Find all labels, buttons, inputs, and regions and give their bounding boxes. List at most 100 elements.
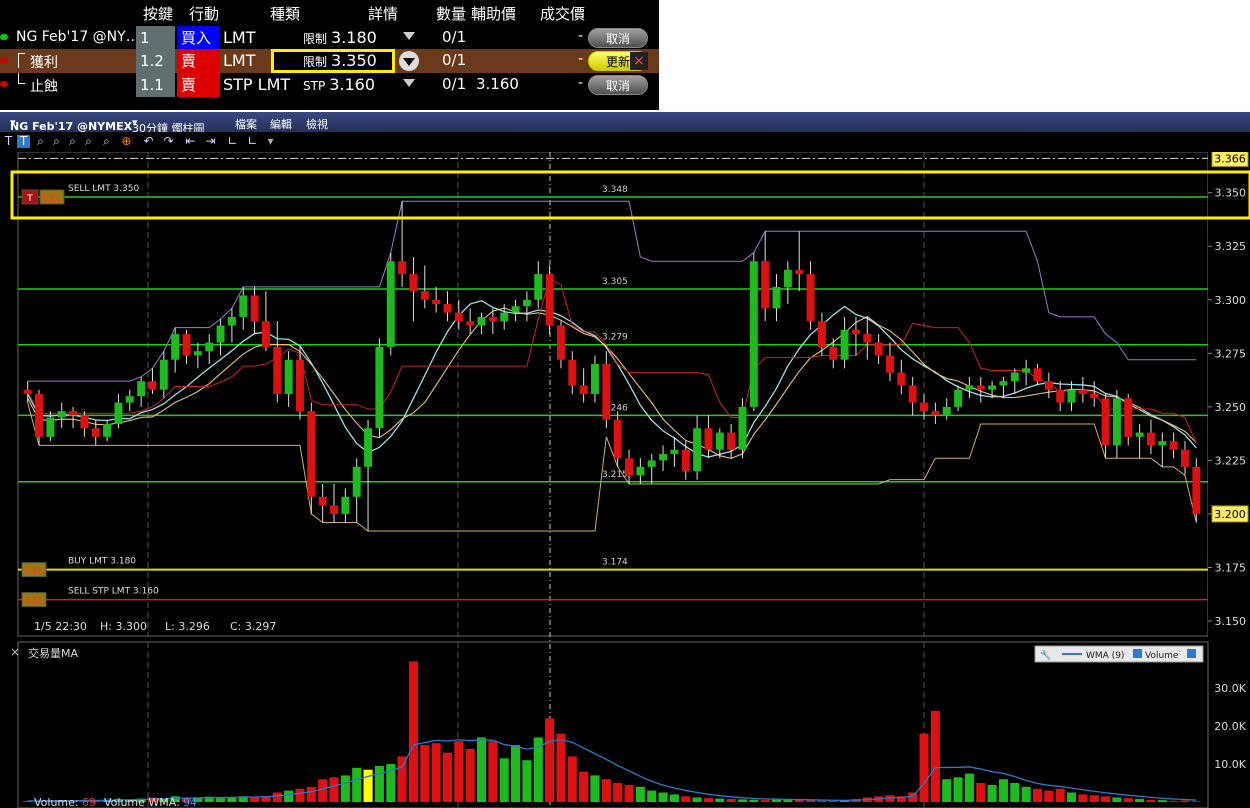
order-tag-label: CXL — [43, 194, 60, 204]
volume-bar — [1032, 788, 1043, 802]
menu-file[interactable]: 檔案 — [235, 116, 257, 132]
candle-body — [284, 359, 293, 394]
crosshair-icon[interactable]: ⊕ — [120, 135, 133, 148]
line-drawing-icon[interactable]: ∟ — [226, 135, 239, 148]
volume-bar — [1135, 798, 1145, 802]
order-action[interactable]: 賣 — [177, 73, 220, 97]
candle-body — [659, 453, 668, 461]
order-row-stop-loss[interactable]: 止蝕 1.1 賣 STP LMT STP 3.160 0/1 3.160 - 取消 — [0, 73, 659, 97]
order-action[interactable]: 賣 — [177, 49, 220, 73]
cancel-button[interactable]: 取消 — [588, 75, 648, 95]
menu-view[interactable]: 檢視 — [306, 116, 328, 132]
chevron-down-icon[interactable] — [399, 51, 419, 71]
price-tick-label: 3.325 — [1215, 240, 1247, 253]
volume-bar — [374, 765, 384, 802]
candle-body — [783, 269, 792, 287]
order-detail[interactable]: STP 3.160 — [303, 75, 375, 94]
candle-body — [931, 411, 940, 416]
candle-body — [432, 299, 441, 305]
order-key[interactable]: 1 — [136, 26, 175, 50]
price-tick-label: 3.275 — [1215, 347, 1247, 360]
chart-symbol[interactable]: NG Feb'17 @NYMEX ▾ — [10, 116, 132, 133]
order-key[interactable]: 1.2 — [136, 49, 175, 73]
volume-bar — [737, 799, 748, 802]
order-row-take-profit[interactable]: 獲利 1.2 賣 LMT 限制 3.350 0/1 - 更新 × — [0, 49, 659, 73]
chevron-down-icon[interactable] — [403, 79, 415, 87]
price-panel[interactable]: 3.350 3.325 3.300 3.275 3.250 3.225 3.200 3.175… — [10, 152, 1250, 808]
fit-left-icon[interactable]: ⇤ — [184, 135, 197, 148]
zoom-in-icon[interactable]: ⌕ — [34, 135, 47, 148]
volume-bar — [397, 756, 407, 802]
header-action: 行動 — [189, 5, 220, 23]
candle-body — [46, 417, 55, 437]
zoom-reset-icon[interactable]: ⌕ — [66, 135, 79, 148]
chevron-down-icon[interactable] — [403, 32, 415, 40]
volume-bar — [1101, 796, 1111, 802]
order-detail-prefix: 限制 — [303, 55, 328, 69]
text-tool-icon[interactable]: T — [2, 135, 15, 148]
order-type[interactable]: LMT — [223, 28, 256, 47]
order-symbol: 獲利 — [30, 55, 58, 71]
volume-panel-frame — [17, 641, 1209, 808]
order-key[interactable]: 1.1 — [136, 73, 175, 97]
volume-bar — [681, 796, 691, 802]
close-icon: × — [10, 645, 20, 659]
candle-body — [466, 321, 475, 326]
chart-toolbar: T T ⌕ ⌕ ⌕ ⌕ ⌕ ⊕ ↶ ↷ ⇤ ⇥ ∟ ∟ ▾ — [0, 132, 1250, 152]
candle-body — [511, 306, 520, 313]
candle-body — [988, 385, 997, 390]
menu-edit[interactable]: 編輯 — [270, 116, 292, 132]
cancel-button[interactable]: 取消 — [588, 28, 648, 48]
trend-drawing-icon[interactable]: ∟ — [246, 135, 259, 148]
order-line-label: SELL LMT 3.350 — [68, 184, 139, 194]
order-type[interactable]: LMT — [223, 51, 256, 70]
order-detail[interactable]: 限制 3.350 — [303, 51, 377, 70]
price-tick-label: 3.250 — [1215, 401, 1247, 414]
volume-bar — [806, 800, 816, 802]
header-key: 按鍵 — [143, 5, 174, 23]
undo-icon[interactable]: ↶ — [142, 135, 155, 148]
candle-body — [1169, 441, 1178, 450]
chevron-down-icon[interactable]: ▾ — [264, 135, 277, 148]
order-action[interactable]: 買入 — [177, 26, 220, 50]
candle-body — [341, 496, 350, 514]
volume-tick-label: 30.0K — [1214, 682, 1246, 695]
candle-body — [1090, 394, 1099, 399]
candle-body — [1056, 389, 1065, 403]
candle-body — [500, 312, 509, 322]
status-bullet-icon — [0, 57, 8, 63]
candle-body — [727, 432, 736, 450]
volume-bar — [1089, 795, 1099, 802]
volume-bar — [567, 756, 577, 802]
volume-bar — [499, 758, 509, 802]
chart-title-bar: NG Feb'17 @NYMEX ▾ 30分鐘 燭柱圖 ▾ 檔案 編輯 檢視 — [0, 112, 1250, 135]
candle-body — [386, 261, 395, 347]
text-box-icon[interactable]: T — [17, 135, 30, 148]
redo-icon[interactable]: ↷ — [162, 135, 175, 148]
search-icon[interactable]: ⌕ — [100, 135, 113, 148]
candle-body — [591, 364, 599, 394]
fit-right-icon[interactable]: ⇥ — [204, 135, 217, 148]
order-type[interactable]: STP LMT — [223, 75, 290, 94]
candle-body — [477, 316, 486, 326]
chart-area[interactable]: 3.350 3.325 3.300 3.275 3.250 3.225 3.200 3.175… — [0, 152, 1250, 808]
zoom-area-icon[interactable]: ⌕ — [82, 135, 95, 148]
order-row-parent[interactable]: NG Feb'17 @NY… 1 買入 LMT 限制 3.180 0/1 - 取消 — [0, 26, 659, 50]
candle-body — [829, 346, 838, 360]
candle-body — [205, 342, 214, 352]
candle-body — [318, 496, 327, 506]
volume-panel[interactable]: 交易量MA × 30.0K 20.0K 10.0K 🔧 WMA (9) Volume Volum… — [10, 641, 1247, 808]
volume-wma-line — [27, 738, 1197, 802]
candle-body — [148, 381, 157, 390]
chart-interval[interactable]: 30分鐘 燭柱圖 ▾ — [132, 116, 205, 135]
order-detail[interactable]: 限制 3.180 — [303, 28, 377, 47]
zoom-out-icon[interactable]: ⌕ — [50, 135, 63, 148]
volume-bar — [1169, 800, 1179, 802]
volume-bar — [715, 798, 725, 802]
volume-bar — [476, 737, 487, 802]
order-symbol: NG Feb'17 @NY… — [16, 29, 140, 45]
moving-average-cyan — [27, 300, 1197, 458]
level-line-label: 3.305 — [602, 277, 628, 287]
close-icon[interactable]: × — [630, 52, 648, 70]
price-badge-top-label: 3.366 — [1214, 152, 1246, 165]
